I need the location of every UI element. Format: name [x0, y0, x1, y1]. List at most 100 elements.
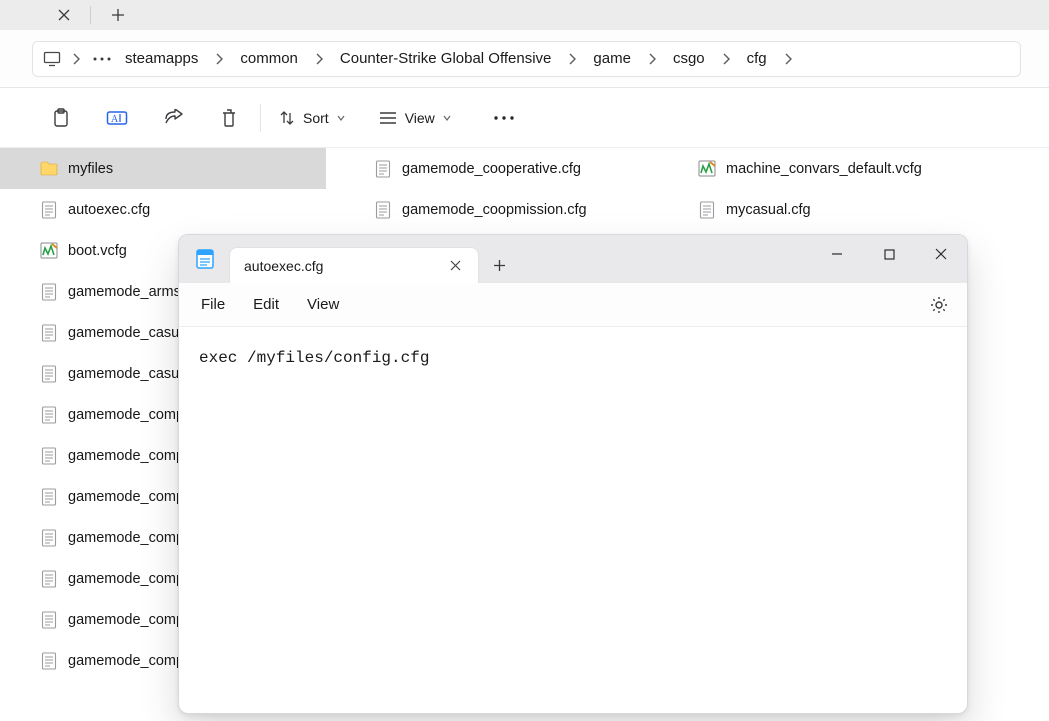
file-row[interactable]: myfiles	[0, 148, 326, 189]
close-icon	[935, 248, 947, 260]
text-icon	[698, 201, 716, 219]
menu-file[interactable]: File	[189, 290, 237, 319]
menu-edit[interactable]: Edit	[241, 290, 291, 319]
text-icon	[40, 611, 58, 629]
gear-icon	[930, 296, 948, 314]
text-icon	[40, 324, 58, 342]
pc-icon	[41, 48, 63, 70]
more-horizontal-icon	[494, 116, 514, 120]
trash-icon	[220, 108, 238, 128]
notepad-tab-close-button[interactable]	[444, 255, 466, 277]
file-row[interactable]: gamemode_coopmission.cfg	[374, 189, 684, 230]
chevron-right-icon[interactable]	[641, 44, 663, 74]
plus-icon	[493, 259, 506, 272]
toolbar: A Sort View	[0, 88, 1049, 148]
file-name: gamemode_comp	[68, 653, 184, 669]
toolbar-separator	[260, 104, 261, 132]
text-icon	[374, 160, 392, 178]
text-icon	[40, 652, 58, 670]
close-icon	[450, 260, 461, 271]
notepad-titlebar[interactable]: autoexec.cfg	[179, 235, 967, 283]
file-name: gamemode_casua	[68, 325, 187, 341]
paste-button[interactable]	[40, 99, 82, 137]
breadcrumb-item[interactable]: Counter-Strike Global Offensive	[332, 46, 560, 71]
text-icon	[40, 447, 58, 465]
notepad-window: autoexec.cfg File Edit View exec /my	[178, 234, 968, 714]
breadcrumb-item[interactable]: cfg	[739, 46, 775, 71]
breadcrumb-item[interactable]: game	[585, 46, 639, 71]
svg-text:A: A	[111, 114, 119, 125]
tab-separator	[90, 6, 91, 24]
maximize-button[interactable]	[863, 235, 915, 273]
rename-button[interactable]: A	[96, 99, 138, 137]
chevron-right-icon[interactable]	[65, 44, 87, 74]
notepad-menubar: File Edit View	[179, 283, 967, 327]
breadcrumb-box[interactable]: steamapps common Counter-Strike Global O…	[32, 41, 1021, 77]
breadcrumb-item[interactable]: steamapps	[117, 46, 206, 71]
view-label: View	[405, 110, 435, 126]
file-name: gamemode_comp	[68, 489, 184, 505]
rename-icon: A	[106, 109, 128, 127]
minimize-icon	[831, 248, 843, 260]
notepad-settings-button[interactable]	[921, 289, 957, 321]
text-icon	[40, 406, 58, 424]
file-name: machine_convars_default.vcfg	[726, 161, 922, 177]
close-icon	[58, 9, 70, 21]
file-row[interactable]: mycasual.cfg	[698, 189, 988, 230]
file-name: gamemode_comp	[68, 448, 184, 464]
minimize-button[interactable]	[811, 235, 863, 273]
sort-menu-button[interactable]: Sort	[271, 104, 353, 132]
notepad-tab-title: autoexec.cfg	[244, 258, 430, 274]
plus-icon	[111, 8, 125, 22]
notepad-new-tab-button[interactable]	[479, 247, 519, 283]
file-name: gamemode_coopmission.cfg	[402, 202, 587, 218]
notepad-app-icon	[191, 245, 219, 273]
file-row[interactable]: gamemode_cooperative.cfg	[374, 148, 684, 189]
sort-icon	[279, 110, 295, 126]
view-list-icon	[379, 111, 397, 125]
window-close-button[interactable]	[915, 235, 967, 273]
sort-label: Sort	[303, 110, 329, 126]
file-name: gamemode_arms	[68, 284, 181, 300]
file-row[interactable]: machine_convars_default.vcfg	[698, 148, 988, 189]
view-menu-button[interactable]: View	[371, 104, 459, 132]
text-icon	[40, 570, 58, 588]
overflow-crumbs-button[interactable]	[89, 57, 115, 61]
new-tab-button[interactable]	[101, 2, 135, 28]
vcfg-icon	[40, 242, 58, 260]
menu-view[interactable]: View	[295, 290, 351, 319]
chevron-right-icon[interactable]	[208, 44, 230, 74]
notepad-tab[interactable]: autoexec.cfg	[229, 247, 479, 283]
file-name: gamemode_comp	[68, 407, 184, 423]
address-bar-row: steamapps common Counter-Strike Global O…	[0, 30, 1049, 88]
share-icon	[163, 109, 183, 127]
text-icon	[40, 283, 58, 301]
file-row[interactable]: autoexec.cfg	[0, 189, 326, 230]
notepad-editor[interactable]: exec /myfiles/config.cfg	[179, 327, 967, 713]
file-name: gamemode_cooperative.cfg	[402, 161, 581, 177]
file-name: mycasual.cfg	[726, 202, 811, 218]
text-icon	[40, 488, 58, 506]
file-name: gamemode_comp	[68, 612, 184, 628]
browser-tabstrip	[0, 0, 1049, 30]
share-button[interactable]	[152, 99, 194, 137]
file-name: gamemode_casua	[68, 366, 187, 382]
chevron-right-icon[interactable]	[561, 44, 583, 74]
window-controls	[811, 235, 967, 277]
delete-button[interactable]	[208, 99, 250, 137]
chevron-down-icon	[443, 115, 451, 121]
chevron-right-icon[interactable]	[715, 44, 737, 74]
chevron-right-icon[interactable]	[777, 44, 799, 74]
more-options-button[interactable]	[483, 99, 525, 137]
file-name: gamemode_comp	[68, 571, 184, 587]
text-icon	[40, 365, 58, 383]
file-name: gamemode_comp	[68, 530, 184, 546]
folder-icon	[40, 160, 58, 178]
vcfg-icon	[698, 160, 716, 178]
chevron-right-icon[interactable]	[308, 44, 330, 74]
close-tab-button[interactable]	[48, 2, 80, 28]
breadcrumb-item[interactable]: common	[232, 46, 306, 71]
chevron-down-icon	[337, 115, 345, 121]
maximize-icon	[884, 249, 895, 260]
breadcrumb-item[interactable]: csgo	[665, 46, 713, 71]
